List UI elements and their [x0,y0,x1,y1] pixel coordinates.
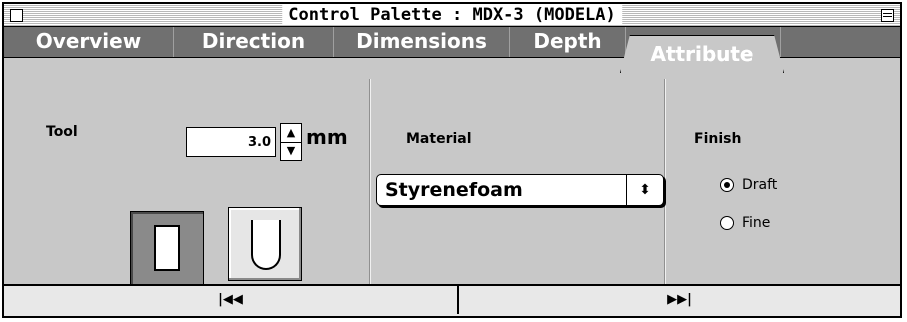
radio-fine-label: Fine [742,215,771,231]
tab-dimensions[interactable]: Dimensions [334,27,510,57]
select-arrows-icon: ⬍ [626,175,663,205]
finish-label: Finish [694,131,742,147]
tab-overview[interactable]: Overview [4,27,174,57]
control-palette-window: Control Palette : MDX-3 (MODELA) Overvie… [2,2,902,318]
attribute-panel: Tool 3.0 ▲ ▼ mm Material Styrenefoam ⬍ F… [4,69,900,285]
tool-label: Tool [46,124,78,140]
window-title: Control Palette : MDX-3 (MODELA) [282,5,622,25]
tab-bar: Overview Direction Dimensions Depth Attr… [4,27,900,73]
flat-end-mill-icon [154,225,180,271]
divider [664,79,666,284]
tab-direction[interactable]: Direction [174,27,334,57]
tab-strip-end [780,27,781,57]
radio-draft[interactable]: Draft [720,177,777,193]
title-bar[interactable]: Control Palette : MDX-3 (MODELA) [4,4,900,27]
flat-end-mill-button[interactable] [130,211,204,285]
radio-off-icon [720,216,734,230]
tab-depth[interactable]: Depth [510,27,626,57]
radio-draft-label: Draft [742,177,778,193]
next-button[interactable]: ▶▶| [459,286,900,314]
ball-end-mill-icon [251,220,281,270]
material-selected-value: Styrenefoam [385,179,523,201]
tool-size-stepper[interactable]: ▲ ▼ [280,123,302,161]
tool-size-input[interactable]: 3.0 [186,127,276,157]
tab-attribute[interactable]: Attribute [620,35,784,73]
tool-unit: mm [306,125,348,149]
zoom-box-icon[interactable] [881,9,894,22]
step-up-icon[interactable]: ▲ [281,124,301,143]
ball-end-mill-button[interactable] [228,207,302,281]
radio-fine[interactable]: Fine [720,215,770,231]
radio-on-icon [720,178,734,192]
material-label: Material [406,131,472,147]
bottom-nav-bar: |◀◀ ▶▶| [4,284,900,316]
previous-button[interactable]: |◀◀ [4,286,459,314]
material-select[interactable]: Styrenefoam ⬍ [376,174,664,206]
divider [369,79,371,284]
step-down-icon[interactable]: ▼ [281,142,301,160]
close-box-icon[interactable] [10,9,23,22]
tab-attribute-label: Attribute [650,42,754,66]
